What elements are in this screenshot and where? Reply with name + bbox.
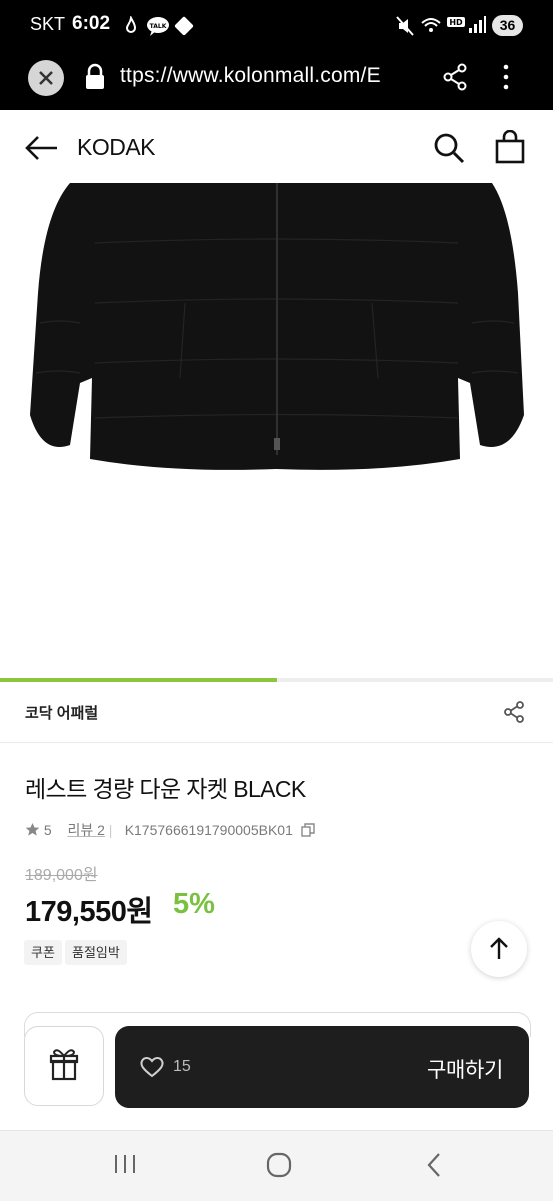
product-brand-name[interactable]: 코닥 어패럴	[25, 702, 98, 723]
product-image[interactable]	[0, 183, 553, 680]
wifi-icon	[421, 18, 441, 32]
gift-icon	[49, 1049, 79, 1081]
signal-icon	[469, 16, 486, 33]
arrow-up-icon	[490, 937, 508, 959]
ticket-icon	[174, 16, 194, 36]
kakaotalk-icon: TALK	[147, 17, 169, 36]
url-text[interactable]: ttps://www.kolonmall.com/E	[120, 64, 422, 88]
svg-text:TALK: TALK	[150, 23, 167, 30]
header-brand-title: KODAK	[77, 134, 156, 160]
section-divider	[0, 742, 553, 743]
close-tab-button[interactable]	[28, 60, 64, 96]
product-meta-row: 5 리뷰 2 | K1757666191790005BK01	[25, 820, 315, 840]
recent-apps-icon[interactable]	[112, 1152, 138, 1176]
gift-button[interactable]	[24, 1026, 104, 1106]
lock-icon	[86, 63, 104, 89]
coupon-tag: 쿠폰	[24, 940, 62, 965]
scroll-top-button[interactable]	[471, 921, 527, 977]
svg-text:HD: HD	[449, 18, 463, 27]
hd-voice-icon: HD	[447, 17, 465, 27]
mute-icon	[396, 16, 414, 36]
search-icon[interactable]	[433, 132, 465, 164]
star-icon	[25, 823, 40, 836]
discount-rate: 5%	[173, 888, 215, 920]
like-count: 15	[173, 1058, 191, 1075]
share-icon[interactable]	[442, 63, 468, 91]
original-price: 189,000원	[25, 867, 98, 884]
notification-icon	[125, 16, 137, 33]
battery-indicator: 36	[492, 15, 523, 36]
clock-label: 6:02	[72, 13, 111, 34]
shopping-bag-icon[interactable]	[494, 130, 526, 164]
more-menu-icon[interactable]	[500, 63, 512, 91]
buy-button[interactable]: 구매하기	[427, 1054, 503, 1084]
home-icon[interactable]	[265, 1151, 293, 1179]
copy-icon[interactable]	[301, 823, 315, 837]
back-arrow-icon[interactable]	[24, 134, 60, 162]
jacket-illustration	[30, 183, 524, 470]
back-nav-icon[interactable]	[424, 1151, 444, 1179]
low-stock-tag: 품절임박	[65, 940, 127, 965]
carrier-label: SKT	[30, 14, 66, 34]
product-code: K1757666191790005BK01	[124, 822, 293, 838]
product-share-icon[interactable]	[502, 700, 526, 724]
close-icon	[39, 71, 53, 85]
sale-price: 179,550원	[25, 896, 153, 928]
heart-icon[interactable]	[139, 1055, 165, 1079]
review-count-link[interactable]: 리뷰 2	[67, 822, 104, 838]
gallery-progress-fill	[0, 678, 277, 682]
product-title: 레스트 경량 다운 자켓 BLACK	[25, 776, 306, 802]
rating-value: 5	[43, 822, 52, 838]
